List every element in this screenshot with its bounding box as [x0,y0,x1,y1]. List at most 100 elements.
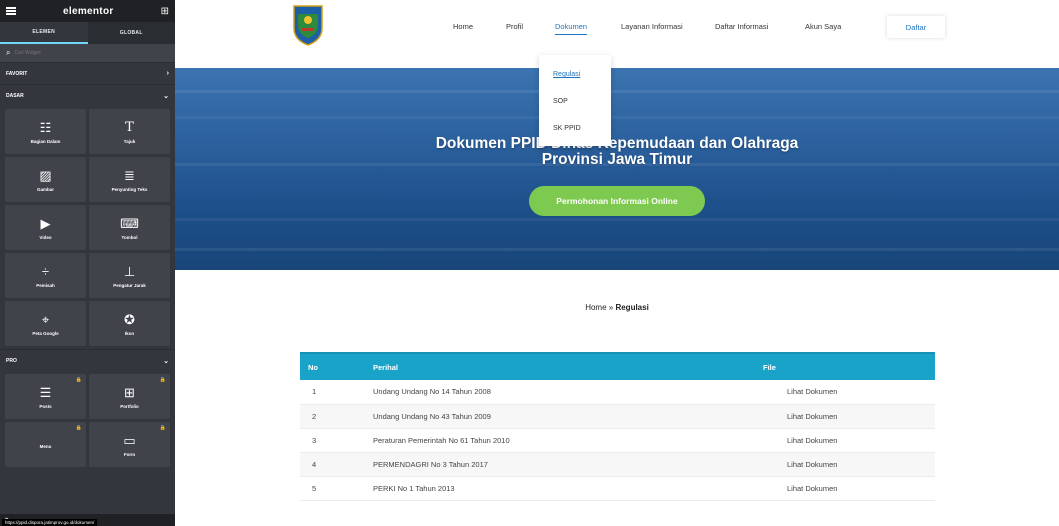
widget-label: Bagian Dalam [30,138,61,144]
panel-header: elementor ⊞ [0,0,175,22]
nav-layanan-informasi[interactable]: Layanan Informasi [621,22,683,31]
nav-daftar-informasi[interactable]: Daftar Informasi [715,22,768,31]
widget-form[interactable]: 🔒 ▭ Form [89,422,170,467]
category-label: DASAR [6,92,24,99]
category-pro[interactable]: PRO ⌄ [0,349,175,371]
hero-title: Dokumen PPID Dinas Kepemudaan dan Olahra… [175,136,1059,168]
breadcrumb-current: Regulasi [615,303,649,312]
widget-label: Form [123,451,136,457]
widget-spacer[interactable]: ⊥ Pengatur Jarak [89,253,170,298]
widget-label: Ikon [124,330,135,336]
heading-icon: T [125,119,134,135]
tab-global[interactable]: GLOBAL [88,22,176,44]
image-icon: ▨ [39,167,52,183]
portfolio-icon: ⊞ [124,384,135,400]
widget-inner-section[interactable]: ☷ Bagian Dalam [5,109,86,154]
lihat-dokumen-link[interactable]: Lihat Dokumen [755,452,935,477]
widget-video[interactable]: ▶ Video [5,205,86,250]
wave-decoration [175,218,1059,221]
wave-decoration [175,116,1059,119]
widget-portfolio[interactable]: 🔒 ⊞ Portfolio [89,374,170,419]
header-perihal: Perihal [365,352,755,380]
nav-akun-saya[interactable]: Akun Saya [805,22,841,31]
elementor-panel: elementor ⊞ ELEMEN GLOBAL ⌕ FAVORIT › DA… [0,0,175,526]
star-icon: ✪ [124,311,135,327]
dropdown-item-regulasi[interactable]: Regulasi [539,61,611,88]
table-row: 2 Undang Undang No 43 Tahun 2009 Lihat D… [300,404,935,429]
wave-decoration [175,90,1059,93]
cell-no: 5 [300,476,365,501]
table-row: 3 Peraturan Pemerintah No 61 Tahun 2010 … [300,428,935,453]
lihat-dokumen-link[interactable]: Lihat Dokumen [755,380,935,405]
nav-home[interactable]: Home [453,22,473,31]
lihat-dokumen-link[interactable]: Lihat Dokumen [755,404,935,429]
widget-search-input[interactable] [14,50,135,56]
lock-icon: 🔒 [159,425,166,431]
nav-profil[interactable]: Profil [506,22,523,31]
cell-no: 4 [300,452,365,477]
basic-widgets-grid: ☷ Bagian Dalam T Tajuk ▨ Gambar ≣ Penyun… [0,106,175,349]
widget-search: ⌕ [0,44,175,62]
table-header-row: No Perihal File [300,352,935,380]
breadcrumb: Home » Regulasi [175,303,1059,312]
widget-icon[interactable]: ✪ Ikon [89,301,170,346]
widget-label: Pemisah [36,282,55,288]
table-row: 4 PERMENDAGRI No 3 Tahun 2017 Lihat Doku… [300,452,935,477]
widget-posts[interactable]: 🔒 ☰ Posts [5,374,86,419]
category-label: FAVORIT [6,70,28,77]
site-header: Home Profil Dokumen Layanan Informasi Da… [175,0,1059,68]
widget-divider[interactable]: ÷ Pemisah [5,253,86,298]
breadcrumb-home[interactable]: Home [585,303,606,312]
daftar-button[interactable]: Daftar [887,16,945,38]
lihat-dokumen-link[interactable]: Lihat Dokumen [755,476,935,501]
chevron-down-icon: ⌄ [163,92,169,100]
widget-google-map[interactable]: ⌖ Peta Google [5,301,86,346]
breadcrumb-separator: » [608,303,614,312]
dropdown-item-sop[interactable]: SOP [539,88,611,115]
widget-text-editor[interactable]: ≣ Penyunting Teks [89,157,170,202]
video-icon: ▶ [40,215,51,231]
dokumen-dropdown: Regulasi SOP SK PPID [539,55,611,146]
text-editor-icon: ≣ [124,167,135,183]
category-favorit[interactable]: FAVORIT › [0,62,175,84]
widget-label: Portfolio [120,403,139,409]
tab-elemen[interactable]: ELEMEN [0,22,88,44]
dropdown-item-sk-ppid[interactable]: SK PPID [539,115,611,142]
widget-label: Tajuk [123,138,136,144]
table-row: 1 Undang Undang No 14 Tahun 2008 Lihat D… [300,380,935,405]
hero-title-line1: Dokumen PPID Dinas Kepemudaan dan Olahra… [435,135,799,152]
hero-banner: Dokumen PPID Dinas Kepemudaan dan Olahra… [175,68,1059,270]
grid-icon[interactable]: ⊞ [161,6,169,17]
cell-perihal: PERMENDAGRI No 3 Tahun 2017 [365,452,755,477]
widget-label: Video [39,234,52,240]
cell-no: 3 [300,428,365,453]
lihat-dokumen-link[interactable]: Lihat Dokumen [755,428,935,453]
chevron-down-icon: ⌄ [163,357,169,365]
wave-decoration [175,248,1059,251]
map-icon: ⌖ [41,311,50,327]
elementor-logo: elementor [63,5,114,17]
hamburger-menu-icon[interactable] [6,7,16,15]
form-icon: ▭ [123,432,136,448]
category-dasar[interactable]: DASAR ⌄ [0,84,175,106]
widget-label: Peta Google [32,330,59,336]
widget-label: Menu [39,443,52,449]
province-crest-logo[interactable] [292,4,324,46]
inner-section-icon: ☷ [39,119,52,135]
category-label: PRO [6,357,17,364]
chevron-right-icon: › [166,70,169,77]
website-preview: Home Profil Dokumen Layanan Informasi Da… [175,0,1059,526]
widget-menu[interactable]: 🔒 Menu [5,422,86,467]
nav-dokumen[interactable]: Dokumen [555,22,588,35]
widget-label: Gambar [36,186,54,192]
panel-footer: ⚙ https://ppid.dispora.jatimprov.go.id/d… [0,514,175,526]
widget-label: Tombol [121,234,138,240]
widget-button[interactable]: ⌨ Tombol [89,205,170,250]
permohonan-informasi-button[interactable]: Permohonan Informasi Online [529,186,705,216]
widget-heading[interactable]: T Tajuk [89,109,170,154]
panel-tabs: ELEMEN GLOBAL [0,22,175,44]
widget-image[interactable]: ▨ Gambar [5,157,86,202]
lock-icon: 🔒 [159,377,166,383]
pro-widgets-grid: 🔒 ☰ Posts 🔒 ⊞ Portfolio 🔒 Menu 🔒 ▭ Form [0,371,175,470]
status-url-tooltip: https://ppid.dispora.jatimprov.go.id/dok… [2,519,98,526]
